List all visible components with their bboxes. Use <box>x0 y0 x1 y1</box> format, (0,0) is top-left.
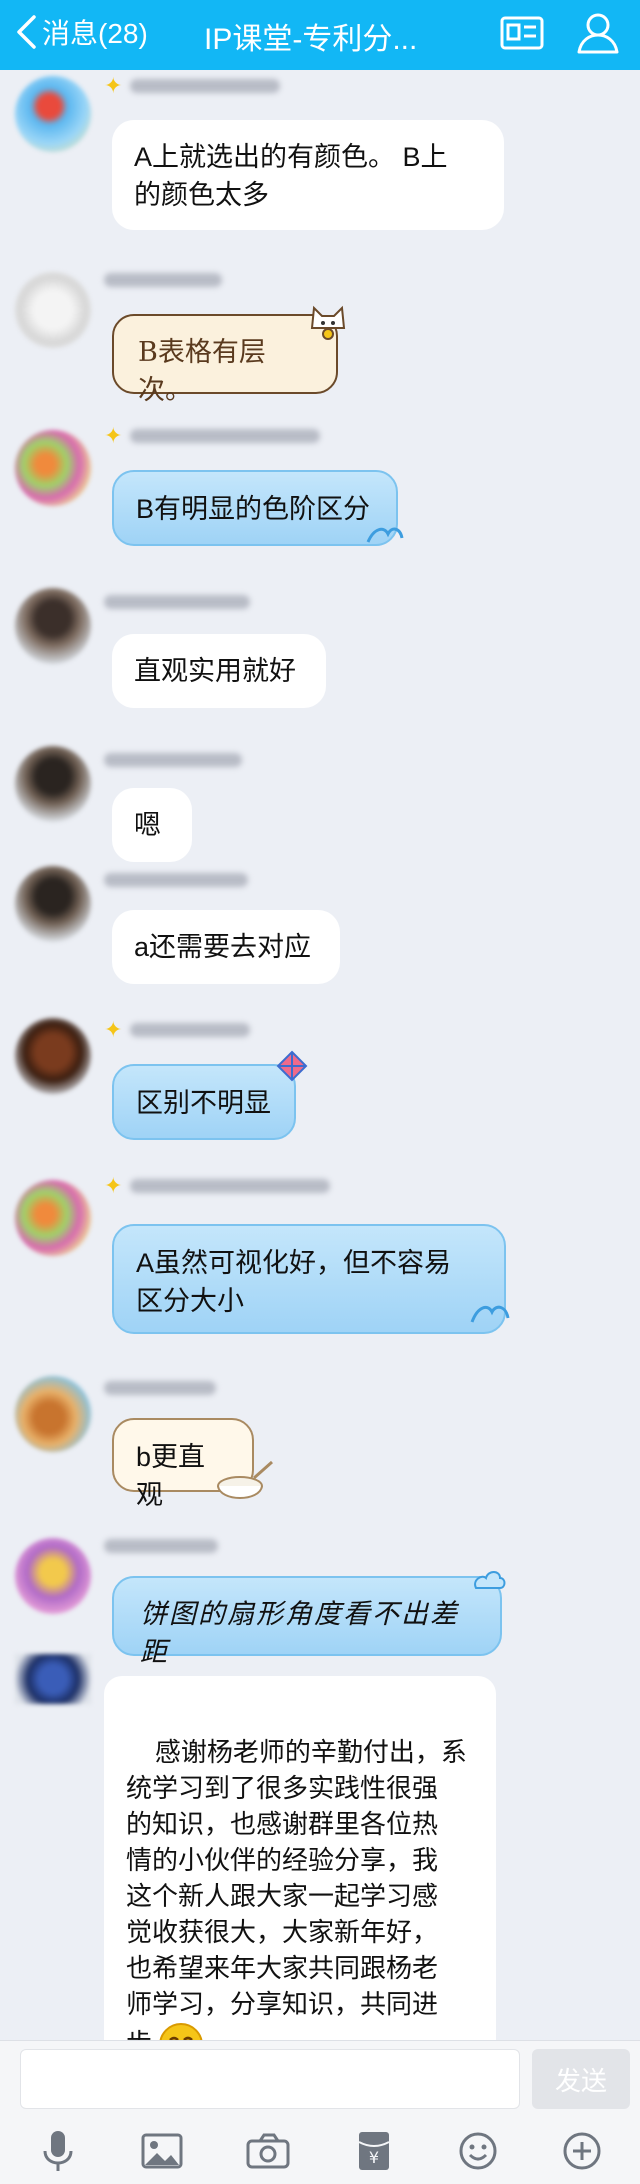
chat-title: IP课堂-专利分... <box>204 23 418 56</box>
message-row: b更直观 <box>0 1370 640 1530</box>
avatar[interactable] <box>15 272 91 348</box>
image-button[interactable] <box>138 2127 186 2175</box>
message-bubble[interactable]: A上就选出的有颜色。 B上 的颜色太多 <box>112 120 504 230</box>
message-row: 饼图的扇形角度看不出差距 <box>0 1530 640 1670</box>
camera-button[interactable] <box>244 2127 292 2175</box>
sender-name: ✦ <box>104 74 281 98</box>
message-row: ✦ A上就选出的有颜色。 B上 的颜色太多 <box>0 72 640 242</box>
plus-icon <box>563 2132 601 2170</box>
user-icon <box>577 13 619 54</box>
message-row: ✦ B有明显的色阶区分 <box>0 422 640 562</box>
input-bar: 发送 ¥ <box>0 2040 640 2184</box>
message-bubble[interactable]: 区别不明显 <box>112 1064 296 1140</box>
avatar[interactable] <box>15 1180 91 1256</box>
avatar[interactable] <box>15 76 91 152</box>
message-row: 嗯 <box>0 742 640 862</box>
title-bar: 消息(28) IP课堂-专利分... <box>0 0 640 70</box>
message-row: ✦ 区别不明显 <box>0 1012 640 1162</box>
message-bubble[interactable]: 嗯 <box>112 788 192 862</box>
wave-sticker-icon <box>470 1305 510 1323</box>
avatar[interactable] <box>15 866 91 942</box>
emoji-icon <box>459 2132 497 2170</box>
message-bubble[interactable]: A虽然可视化好，但不容易 区分大小 <box>112 1224 506 1334</box>
group-info-button[interactable] <box>496 10 548 56</box>
sender-name <box>104 268 222 292</box>
voice-button[interactable] <box>34 2127 82 2175</box>
emoji-button[interactable] <box>454 2127 502 2175</box>
kite-sticker-icon <box>276 1050 308 1082</box>
sender-name <box>104 748 242 772</box>
message-row: 感谢杨老师的辛勤付出，系 统学习到了很多实践性很强 的知识，也感谢群里各位热 情… <box>0 1650 640 2067</box>
avatar[interactable] <box>15 1654 91 1704</box>
avatar[interactable] <box>15 746 91 822</box>
message-row: 直观实用就好 <box>0 584 640 714</box>
avatar[interactable] <box>15 1376 91 1452</box>
avatar[interactable] <box>15 588 91 664</box>
cloud-sticker-icon <box>474 1571 506 1589</box>
sender-name <box>104 1534 218 1558</box>
message-bubble[interactable]: a还需要去对应 <box>112 910 340 984</box>
sender-name <box>104 868 248 892</box>
wave-sticker-icon <box>366 527 404 543</box>
avatar[interactable] <box>15 1538 91 1614</box>
message-bubble[interactable]: 直观实用就好 <box>112 634 326 708</box>
camera-icon <box>246 2133 290 2169</box>
message-bubble[interactable]: B表格有层次。 <box>112 314 338 406</box>
back-button[interactable]: 消息(28) <box>14 12 148 52</box>
message-text: 感谢杨老师的辛勤付出，系 统学习到了很多实践性很强 的知识，也感谢群里各位热 情… <box>126 1737 467 2058</box>
send-button[interactable]: 发送 <box>532 2049 630 2109</box>
sender-name: ✦ <box>104 1174 331 1198</box>
back-label: 消息(28) <box>42 18 148 49</box>
avatar[interactable] <box>15 430 91 506</box>
microphone-icon <box>43 2131 73 2171</box>
more-button[interactable] <box>558 2127 606 2175</box>
members-button[interactable] <box>572 10 624 56</box>
sender-name <box>104 590 250 614</box>
chevron-left-icon <box>17 15 36 49</box>
bowl-sticker-icon <box>217 1460 273 1499</box>
sender-name <box>104 1376 216 1400</box>
sender-name: ✦ <box>104 424 321 448</box>
message-row: B表格有层次。 <box>0 262 640 412</box>
message-bubble[interactable]: 饼图的扇形角度看不出差距 <box>112 1576 502 1668</box>
cat-sticker-icon <box>310 305 346 340</box>
message-bubble[interactable]: 感谢杨老师的辛勤付出，系 统学习到了很多实践性很强 的知识，也感谢群里各位热 情… <box>104 1676 496 2067</box>
sender-name: ✦ <box>104 1018 251 1042</box>
red-packet-button[interactable]: ¥ <box>350 2127 398 2175</box>
message-bubble[interactable]: B有明显的色阶区分 <box>112 470 398 546</box>
message-row: a还需要去对应 <box>0 862 640 992</box>
message-row: ✦ A虽然可视化好，但不容易 区分大小 <box>0 1172 640 1352</box>
message-input[interactable] <box>20 2049 520 2109</box>
avatar[interactable] <box>15 1018 91 1094</box>
svg-text:¥: ¥ <box>369 2148 379 2167</box>
red-packet-icon: ¥ <box>358 2132 390 2170</box>
profile-card-icon <box>500 16 544 50</box>
image-icon <box>141 2133 183 2169</box>
